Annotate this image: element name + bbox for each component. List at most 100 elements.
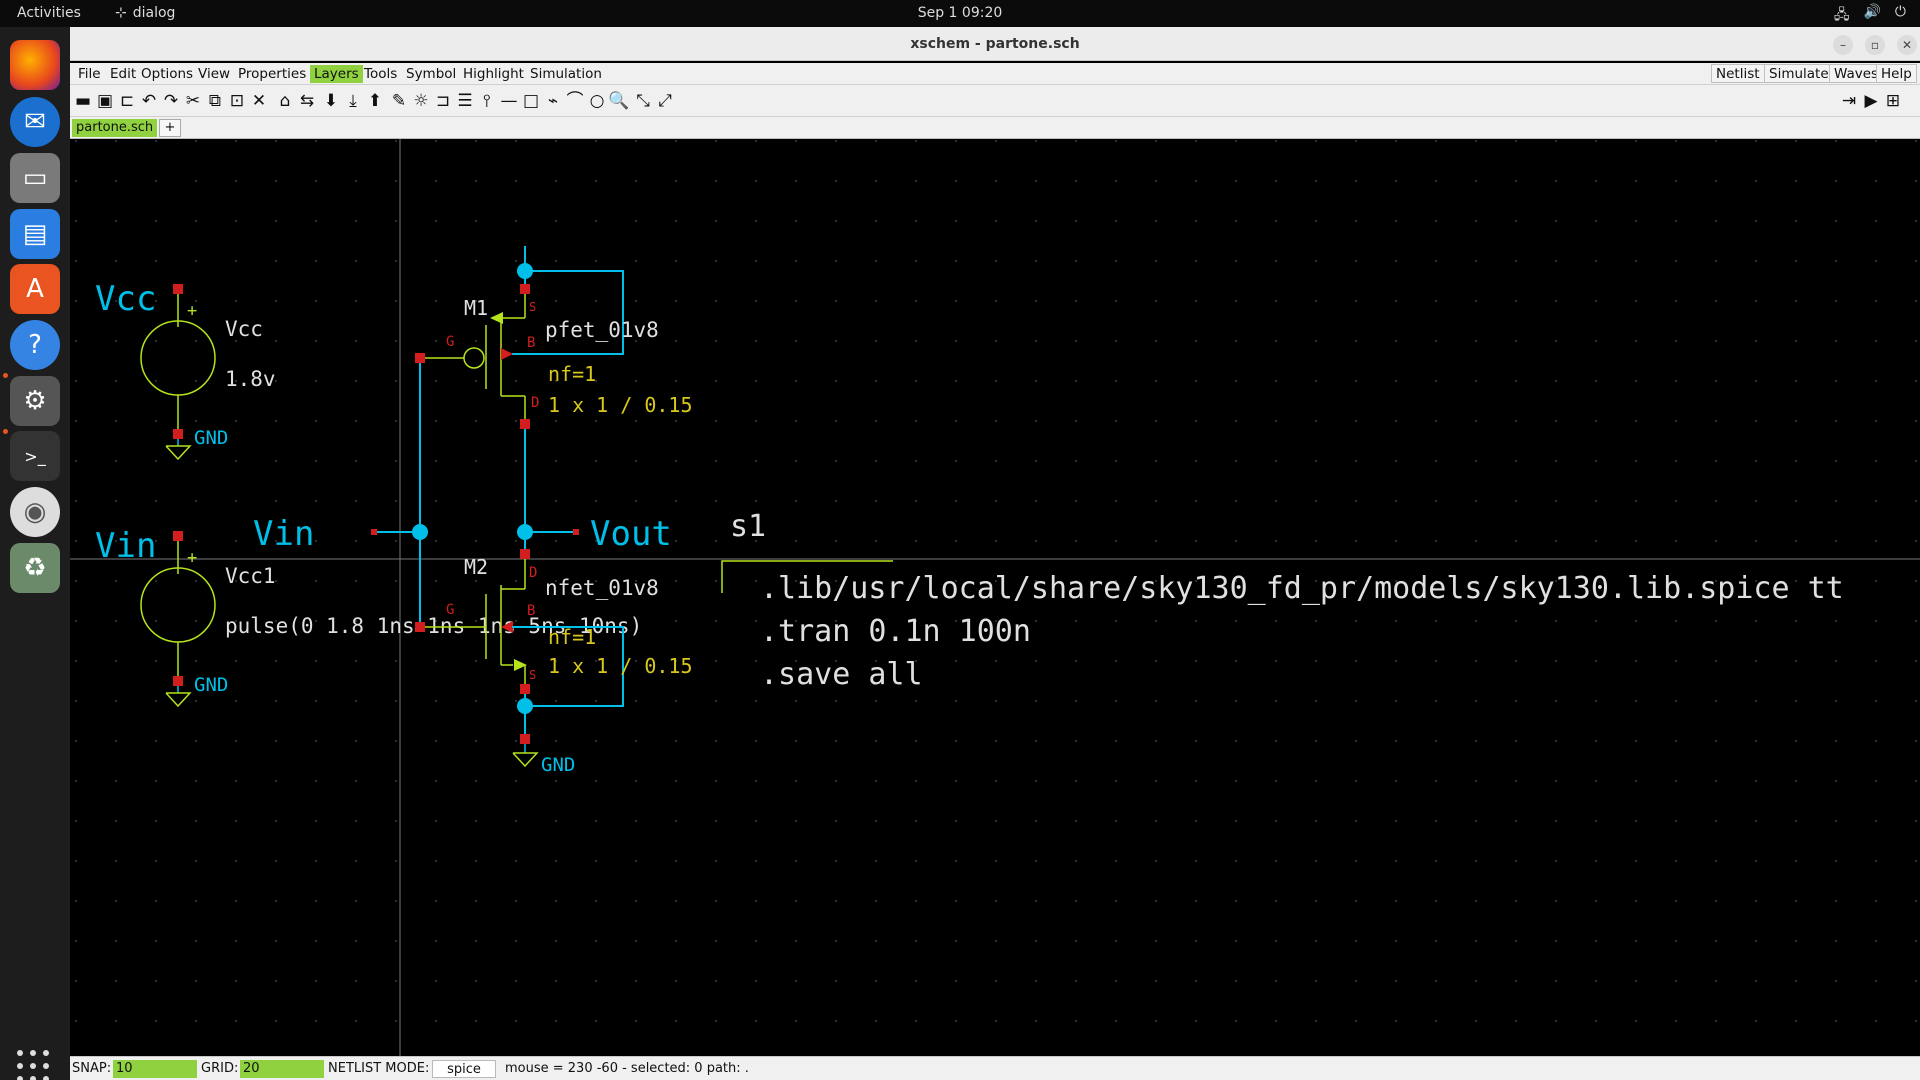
activities-button[interactable]: Activities xyxy=(17,5,81,21)
vin-input-label: Vin xyxy=(253,514,314,554)
app-menu-icon: ⊹ xyxy=(115,5,127,21)
menu-tools[interactable]: Tools xyxy=(360,65,401,83)
simulate-button[interactable]: Simulate xyxy=(1764,64,1834,83)
delete-icon[interactable]: ✕ xyxy=(248,91,270,111)
insert-symbol-icon[interactable]: ⌂ xyxy=(274,91,296,111)
thunderbird-icon[interactable]: ✉ xyxy=(10,97,60,147)
go-up-icon[interactable]: ⬆ xyxy=(364,91,386,111)
align-icon[interactable]: ☰ xyxy=(454,91,476,111)
zoom-full-icon[interactable]: ⤢ xyxy=(654,91,676,111)
title-bar[interactable]: xschem - partone.sch – ▫ ✕ xyxy=(70,27,1920,61)
m2-name: M2 xyxy=(464,555,488,579)
menu-properties[interactable]: Properties xyxy=(234,65,310,83)
xschem-window: xschem - partone.sch – ▫ ✕ File Edit Opt… xyxy=(70,27,1920,1080)
descend-symbol-icon[interactable]: ⤓ xyxy=(342,91,364,111)
snap-input[interactable]: 10 xyxy=(113,1060,197,1078)
m2-gnd-label: GND xyxy=(541,754,575,776)
zoom-icon[interactable]: 🔍 xyxy=(608,91,630,111)
m1-pin-d: D xyxy=(531,395,539,411)
netlist-button[interactable]: Netlist xyxy=(1711,64,1765,83)
gnome-top-bar: Activities ⊹ dialog Sep 1 09:20 🖧 🔊 ⏻ xyxy=(0,0,1920,27)
app-menu[interactable]: ⊹ dialog xyxy=(115,5,175,21)
system-tray[interactable]: 🖧 🔊 ⏻ xyxy=(1834,4,1906,28)
waves-button[interactable]: Waves xyxy=(1829,64,1884,83)
run-icon[interactable]: ▶ xyxy=(1860,91,1882,111)
snap-label: SNAP: xyxy=(72,1061,112,1076)
rectangle-icon[interactable]: □ xyxy=(520,91,542,111)
trash-icon[interactable]: ♻ xyxy=(10,543,60,593)
menu-file[interactable]: File xyxy=(74,65,105,83)
menu-edit[interactable]: Edit xyxy=(106,65,140,83)
vcc-net-label: Vcc xyxy=(95,279,156,319)
menu-symbol[interactable]: Symbol xyxy=(402,65,460,83)
disc-icon[interactable]: ◉ xyxy=(10,487,60,537)
tab-partone[interactable]: partone.sch xyxy=(72,119,158,137)
lightbulb-icon[interactable]: ☼ xyxy=(410,91,432,111)
cut-icon[interactable]: ✂ xyxy=(182,91,204,111)
menu-layers[interactable]: Layers xyxy=(310,65,363,83)
zoom-in-icon[interactable]: ⤡ xyxy=(632,91,654,111)
menu-bar: File Edit Options View Properties Layers… xyxy=(70,63,1920,85)
undo-icon[interactable]: ↶ xyxy=(138,91,160,111)
m2-pin-d: D xyxy=(529,565,537,581)
vout-label: Vout xyxy=(590,514,672,554)
show-apps-icon[interactable] xyxy=(17,1050,51,1080)
reload-icon[interactable]: ⊏ xyxy=(116,91,138,111)
add-tab-button[interactable]: + xyxy=(159,119,181,137)
waveform-icon[interactable]: ⊞ xyxy=(1882,91,1904,111)
menu-simulation[interactable]: Simulation xyxy=(526,65,606,83)
close-button[interactable]: ✕ xyxy=(1897,35,1917,55)
clock[interactable]: Sep 1 09:20 xyxy=(0,5,1920,21)
m2-model: nfet_01v8 xyxy=(545,576,659,600)
files-icon[interactable]: ▭ xyxy=(10,153,60,203)
settings-icon[interactable]: ⚙ xyxy=(10,376,60,426)
schematic-canvas[interactable]: + Vcc Vcc 1.8v GND + Vin Vcc1 pulse(0 1.… xyxy=(70,139,1920,1080)
m2-size: 1 x 1 / 0.15 xyxy=(548,654,693,678)
minimize-button[interactable]: – xyxy=(1833,35,1853,55)
circle-icon[interactable]: ○ xyxy=(586,91,608,111)
tab-bar: partone.sch + xyxy=(70,117,1920,139)
m2-nf: nf=1 xyxy=(548,625,596,649)
m2-pin-b: B xyxy=(527,603,535,619)
save-icon[interactable]: ▣ xyxy=(94,91,116,111)
network-icon: 🖧 xyxy=(1833,7,1850,23)
open-icon[interactable]: ▬ xyxy=(72,91,94,111)
netlist-mode-select[interactable]: spice xyxy=(432,1060,496,1078)
pin-icon[interactable]: ⫯ xyxy=(476,91,498,111)
status-bar: SNAP: 10 GRID: 20 NETLIST MODE: spice mo… xyxy=(70,1056,1920,1080)
menu-highlight[interactable]: Highlight xyxy=(459,65,528,83)
menu-view[interactable]: View xyxy=(194,65,234,83)
writer-icon[interactable]: ▤ xyxy=(10,209,60,259)
terminal-icon[interactable]: >_ xyxy=(10,431,60,481)
app-center-icon[interactable]: A xyxy=(10,264,60,314)
gate-icon[interactable]: ⊐ xyxy=(432,91,454,111)
help-icon[interactable]: ? xyxy=(10,320,60,370)
code-line-3: .save all xyxy=(760,657,923,692)
schematic-drawing[interactable]: + Vcc Vcc 1.8v GND + Vin Vcc1 pulse(0 1.… xyxy=(70,139,1920,1080)
code-line-2: .tran 0.1n 100n xyxy=(760,614,1031,649)
status-info: mouse = 230 -60 - selected: 0 path: . xyxy=(505,1061,749,1076)
menu-options[interactable]: Options xyxy=(137,65,197,83)
grid-input[interactable]: 20 xyxy=(240,1060,324,1078)
polygon-icon[interactable]: ⌁ xyxy=(542,91,564,111)
vcc-source-name: Vcc xyxy=(225,317,263,341)
m1-nf: nf=1 xyxy=(548,362,596,386)
arc-icon[interactable]: ⌒ xyxy=(564,91,586,111)
wire-icon[interactable]: — xyxy=(498,91,520,111)
redo-icon[interactable]: ↷ xyxy=(160,91,182,111)
maximize-button[interactable]: ▫ xyxy=(1865,35,1885,55)
swap-icon[interactable]: ⇆ xyxy=(296,91,318,111)
code-line-1: .lib/usr/local/share/sky130_fd_pr/models… xyxy=(760,571,1844,606)
descend-icon[interactable]: ⬇ xyxy=(320,91,342,111)
power-icon: ⏻ xyxy=(1894,4,1906,20)
running-indicator xyxy=(3,373,8,378)
vin-source-name: Vcc1 xyxy=(225,564,276,588)
m1-pin-g: G xyxy=(446,334,454,350)
highlight-pen-icon[interactable]: ✎ xyxy=(388,91,410,111)
help-button[interactable]: Help xyxy=(1876,64,1917,83)
firefox-icon[interactable] xyxy=(10,40,60,90)
copy-icon[interactable]: ⧉ xyxy=(204,91,226,111)
paste-icon[interactable]: ⊡ xyxy=(226,91,248,111)
load-waves-icon[interactable]: ⇥ xyxy=(1838,91,1860,111)
m1-size: 1 x 1 / 0.15 xyxy=(548,393,693,417)
